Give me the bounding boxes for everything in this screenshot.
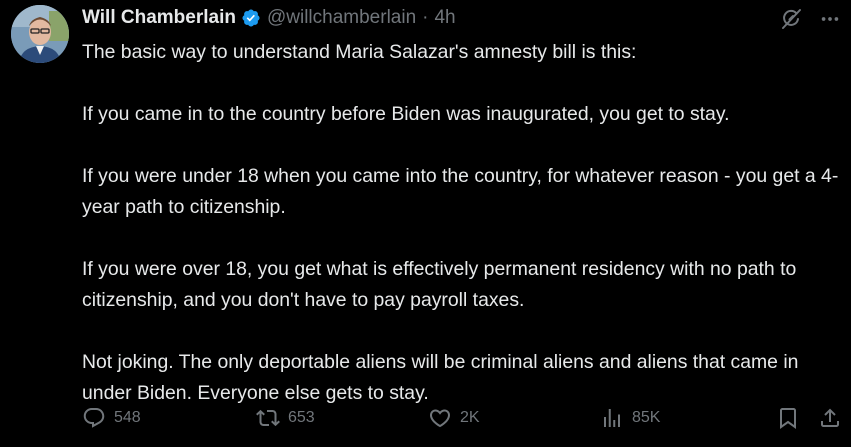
like-button[interactable]: 2K <box>428 406 480 430</box>
avatar[interactable] <box>11 5 69 63</box>
author-name[interactable]: Will Chamberlain <box>82 7 236 29</box>
tweet-paragraph: If you came in to the country before Bid… <box>82 103 730 125</box>
views-count: 85K <box>632 409 661 426</box>
tweet-paragraph: If you were under 18 when you came into … <box>82 165 839 218</box>
more-icon[interactable] <box>819 8 841 35</box>
repost-count: 653 <box>288 409 315 426</box>
tweet-header: Will Chamberlain @willchamberlain · 4h <box>82 5 456 31</box>
header-actions <box>779 7 841 36</box>
reply-icon <box>82 406 106 430</box>
heart-icon <box>428 406 452 430</box>
reply-count: 548 <box>114 409 141 426</box>
timestamp[interactable]: 4h <box>434 7 455 29</box>
analytics-icon <box>600 406 624 430</box>
bookmark-icon <box>776 406 800 430</box>
views-button[interactable]: 85K <box>600 406 660 430</box>
reply-button[interactable]: 548 <box>82 406 141 430</box>
share-icon <box>818 406 842 430</box>
repost-button[interactable]: 653 <box>256 406 315 430</box>
bookmark-button[interactable] <box>776 406 800 430</box>
share-button[interactable] <box>818 406 842 430</box>
tweet-text: The basic way to understand Maria Salaza… <box>82 37 846 409</box>
tweet-paragraph: If you were over 18, you get what is eff… <box>82 258 797 311</box>
author-handle[interactable]: @willchamberlain <box>267 7 416 29</box>
avatar-image <box>11 5 69 63</box>
action-bar: 548 653 2K 85K <box>82 406 842 436</box>
tweet-paragraph: The basic way to understand Maria Salaza… <box>82 41 637 63</box>
tweet-paragraph: Not joking. The only deportable aliens w… <box>82 351 799 404</box>
separator-dot: · <box>422 7 429 28</box>
verified-badge-icon[interactable] <box>241 8 261 28</box>
repost-icon <box>256 406 280 430</box>
grok-icon[interactable] <box>779 7 803 36</box>
like-count: 2K <box>460 409 480 426</box>
